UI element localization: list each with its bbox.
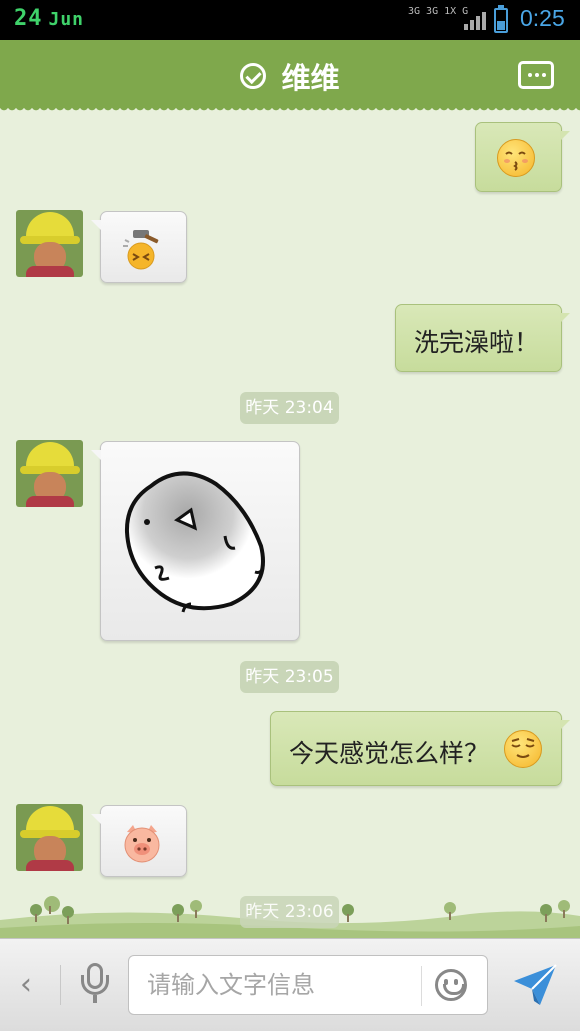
contact-avatar[interactable]	[16, 210, 83, 277]
message-timestamp: 昨天 23:05	[240, 661, 339, 693]
message-bubble-outgoing[interactable]	[475, 122, 570, 192]
status-day: 24	[14, 6, 43, 31]
message-bubble-incoming[interactable]	[91, 211, 187, 283]
chevron-left-icon[interactable]: ‹	[20, 967, 32, 1002]
message-text: 今天感觉怎么样？	[289, 739, 490, 768]
message-timestamp: 昨天 23:06	[240, 896, 339, 928]
message-timestamp: 昨天 23:04	[240, 392, 339, 424]
message-input[interactable]	[147, 968, 407, 1002]
contact-avatar[interactable]	[16, 440, 83, 507]
message-bubble-outgoing[interactable]: 今天感觉怎么样？	[270, 711, 570, 786]
more-options-button[interactable]	[518, 61, 554, 89]
message-text: 洗完澡啦！	[414, 328, 540, 357]
status-bar: 24 Jun 3G 3G 1X G 0:25	[0, 0, 580, 40]
divider	[421, 966, 422, 1006]
message-bubble-outgoing[interactable]: 洗完澡啦！	[395, 304, 570, 372]
battery-icon	[494, 5, 508, 33]
status-time: 0:25	[520, 5, 565, 31]
ghost-blob-sticker-icon	[121, 466, 273, 616]
message-bubble-incoming[interactable]	[91, 441, 300, 641]
message-input-box[interactable]	[128, 955, 488, 1015]
send-icon[interactable]	[512, 963, 558, 1007]
hammer-hit-emoji-icon	[119, 226, 165, 272]
microphone-icon[interactable]	[80, 961, 110, 1007]
chat-header: 维维	[0, 40, 580, 114]
input-bar: ‹	[0, 938, 580, 1031]
status-month: Jun	[48, 9, 85, 30]
kiss-emoji-icon	[497, 139, 535, 177]
signal-icon	[464, 10, 486, 30]
smiley-icon[interactable]	[435, 969, 467, 1001]
status-date: 24 Jun	[14, 6, 84, 31]
divider	[60, 965, 61, 1005]
contact-avatar[interactable]	[16, 804, 83, 871]
chat-area[interactable]: 洗完澡啦！ 昨天 23:04 昨天 23:05 今天感觉怎么样？ 昨天 23:0…	[0, 108, 580, 938]
check-circle-icon	[240, 63, 267, 89]
network-indicator: 3G 3G 1X G	[408, 6, 469, 17]
message-bubble-incoming[interactable]	[91, 805, 187, 877]
content-smile-emoji-icon	[504, 730, 542, 768]
pig-emoji-icon	[121, 822, 163, 864]
chat-title: 维维	[281, 61, 340, 95]
